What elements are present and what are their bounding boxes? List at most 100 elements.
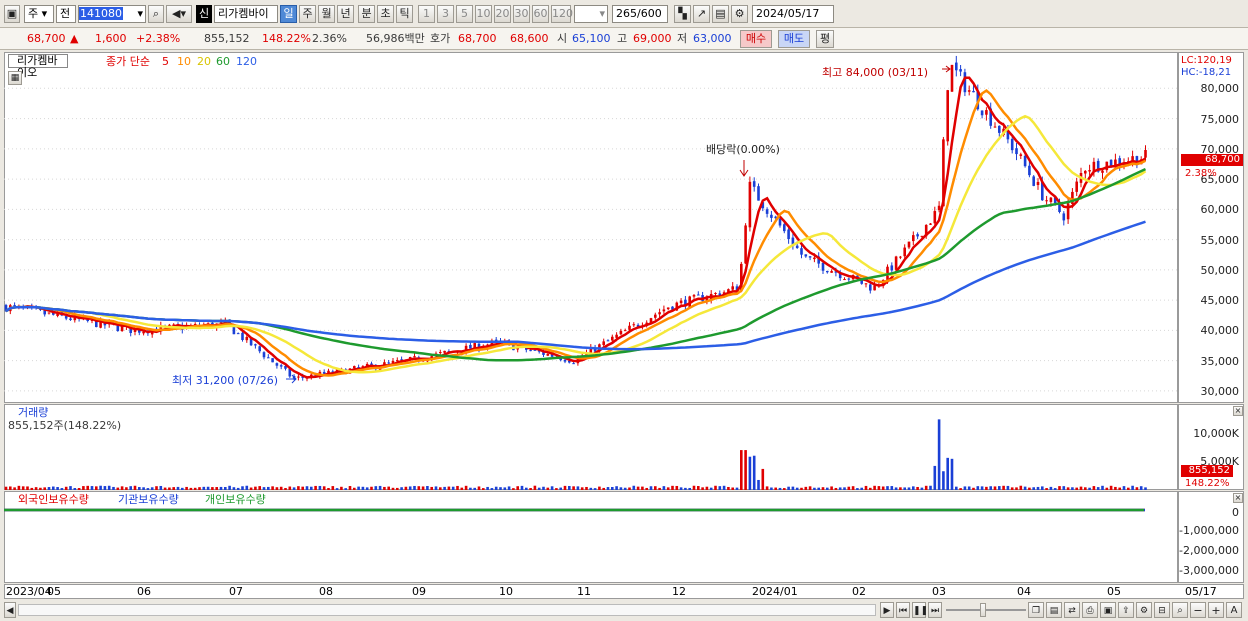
volume-bar [684,487,687,490]
copy-icon[interactable]: ❐ [1028,602,1044,618]
minute-3[interactable]: 3 [437,5,454,23]
candle-body [572,363,575,365]
font-icon[interactable]: A [1226,602,1242,618]
candle-body [1045,200,1048,202]
period-tick[interactable]: 틱 [396,5,413,23]
minute-30[interactable]: 30 [513,5,530,23]
period-minute[interactable]: 분 [358,5,375,23]
candle-body [998,125,1001,133]
minute-10[interactable]: 10 [475,5,492,23]
volume-bar [1096,487,1100,490]
volume-bar [593,488,597,490]
compare-icon[interactable]: ▚ [674,5,691,23]
close-icon[interactable]: × [1233,493,1243,503]
volume-bar [1127,487,1130,490]
plus-icon[interactable]: + [1208,602,1224,618]
scrollbar[interactable] [18,604,876,616]
volume-bar [722,485,726,490]
candle-body [980,110,984,116]
sell-button[interactable]: 매도 [778,30,810,48]
volume-bar [292,487,296,490]
layout-icon[interactable]: ▤ [1046,602,1062,618]
date-field[interactable]: 2024/05/17 [752,5,834,23]
draw-icon[interactable]: ↗ [693,5,710,23]
image-icon[interactable]: ▣ [1100,602,1116,618]
print-icon[interactable]: ⎙ [1082,602,1098,618]
candle-body [933,211,937,224]
volume-bar [585,486,588,490]
period-week[interactable]: 주 [299,5,316,23]
period-month[interactable]: 월 [318,5,335,23]
candle-body [602,341,605,346]
volume-bar [894,487,898,490]
candle-body [615,334,618,338]
volume-bar [95,486,98,490]
interval-select[interactable]: ▾ [574,5,608,23]
period-year[interactable]: 년 [337,5,354,23]
buy-button[interactable]: 매수 [740,30,772,48]
candle-body [439,352,442,354]
price-tick: 30,000 [1200,384,1240,398]
volume-bar [103,486,107,490]
volume-bar [426,485,429,490]
code-input[interactable]: 141080 ▾ [78,5,146,23]
price-tick: 35,000 [1200,354,1240,368]
scroll-right-icon[interactable]: ▶ [880,602,894,618]
pause-icon[interactable]: ❚❚ [912,602,928,618]
volume-bar [606,487,610,490]
rewind-icon[interactable]: ⏮ [896,602,910,618]
volume-bar [899,487,902,490]
minute-60[interactable]: 60 [532,5,549,23]
market-select[interactable]: 주 ▾ [24,5,54,23]
volume-bar [1114,486,1117,490]
volume-bar [39,487,42,490]
last-volume-pct: 148.22% [1185,478,1230,489]
minute-20[interactable]: 20 [494,5,511,23]
eval-button[interactable]: 평 [816,30,834,48]
minute-5[interactable]: 5 [456,5,473,23]
dividend-annotation: 배당락(0.00%) [706,143,780,156]
volume-bar [477,486,481,490]
period-day[interactable]: 일 [280,5,297,23]
candle-body [658,312,661,315]
scroll-left-icon[interactable]: ◀ [4,602,16,618]
close-icon[interactable]: × [1233,406,1243,416]
count-field[interactable]: 265/600 [612,5,668,23]
candle-body [241,332,244,340]
volume-bar [864,485,868,490]
export-icon[interactable]: ⇪ [1118,602,1134,618]
volume-bar [301,486,304,490]
price-tick: 60,000 [1200,203,1240,217]
zoom-handle[interactable] [980,603,986,617]
bottom-bar: ◀ ▶ ⏮ ❚❚ ⏭ ❐ ▤ ⇄ ⎙ ▣ ⇪ ⚙ ⊟ ⌕ − + A [0,600,1248,621]
zoom-out-icon[interactable]: ⌕ [1172,602,1188,618]
volume-bar [718,486,722,490]
minute-1[interactable]: 1 [418,5,435,23]
window-icon[interactable]: ▣ [4,5,20,23]
gear-icon[interactable]: ⚙ [731,5,748,23]
minus-icon[interactable]: − [1190,602,1206,618]
x-tick-label: 2024/01 [752,585,798,598]
sound-icon[interactable]: ◀▾ [166,5,192,23]
shrink-icon[interactable]: ⊟ [1154,602,1170,618]
mode-select[interactable]: 전 [56,5,76,23]
settings-icon[interactable]: ⚙ [1136,602,1152,618]
volume-bar [202,486,206,490]
volume-bar [189,487,193,490]
x-axis: 2023/04 05 06 07 08 09 10 11 12 2024/01 02 03 04 05 05… [4,584,1244,599]
x-tick-label: 02 [852,585,866,598]
volume-bar [830,486,833,490]
zoom-slider[interactable] [946,609,1026,611]
volume-bar [262,487,266,490]
save-icon[interactable]: ▤ [712,5,729,23]
minute-120[interactable]: 120 [551,5,573,23]
period-second[interactable]: 초 [377,5,394,23]
candle-body [864,283,868,285]
volume-bar [198,487,201,490]
volume-bar [168,487,171,490]
link-icon[interactable]: ⇄ [1064,602,1080,618]
volume-bar [1041,486,1044,490]
volume-bar [43,487,46,490]
search-icon[interactable]: ⌕ [148,5,164,23]
forward-icon[interactable]: ⏭ [928,602,942,618]
